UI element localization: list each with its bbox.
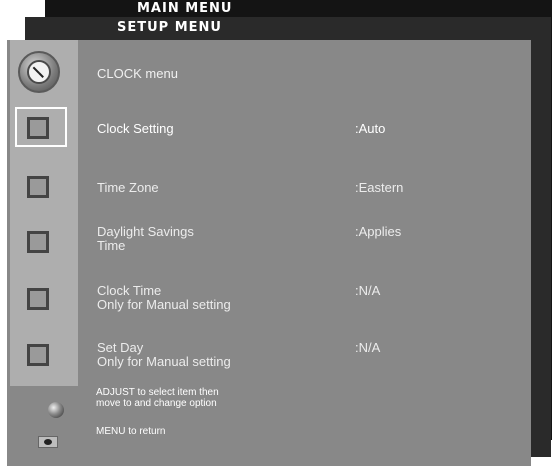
icon-column <box>10 40 78 386</box>
remote-icon <box>38 436 58 448</box>
adjust-ball-icon <box>48 402 64 418</box>
menu-item-label-line2: Only for Manual setting <box>97 297 231 312</box>
menu-item-label: Set Day <box>97 340 144 355</box>
menu-item-value: :Auto <box>355 121 386 136</box>
menu-item-label: Clock Time <box>97 283 162 298</box>
menu-item-label: Daylight Savings <box>97 224 194 239</box>
square-icon[interactable] <box>27 117 49 139</box>
menu-item-value: :Eastern <box>355 180 404 195</box>
clock-icon <box>18 51 60 93</box>
square-icon[interactable] <box>27 288 49 310</box>
clock-hand-minute <box>38 72 44 78</box>
menu-item-label-line2: Time <box>97 238 126 253</box>
setup-menu-title: SETUP MENU <box>117 20 222 35</box>
menu-item-value: :N/A <box>355 283 381 298</box>
adjust-instruction-line1: ADJUST to select item then <box>96 387 219 398</box>
clock-face <box>27 60 51 84</box>
menu-item-label: Time Zone <box>97 180 159 195</box>
clock-menu-panel: CLOCK menu Clock Setting :Auto Time Zone… <box>7 40 531 466</box>
square-icon[interactable] <box>27 176 49 198</box>
menu-item-value: :Applies <box>355 224 402 239</box>
menu-item-label-line2: Only for Manual setting <box>97 354 231 369</box>
clock-menu-title: CLOCK menu <box>97 66 178 81</box>
main-menu-title: MAIN MENU <box>137 1 233 16</box>
menu-item-value: :N/A <box>355 340 381 355</box>
square-icon[interactable] <box>27 231 49 253</box>
menu-item-label: Clock Setting <box>97 121 174 136</box>
menu-return-instruction: MENU to return <box>96 426 166 437</box>
adjust-instruction-line2: move to and change option <box>96 398 217 409</box>
square-icon[interactable] <box>27 344 49 366</box>
